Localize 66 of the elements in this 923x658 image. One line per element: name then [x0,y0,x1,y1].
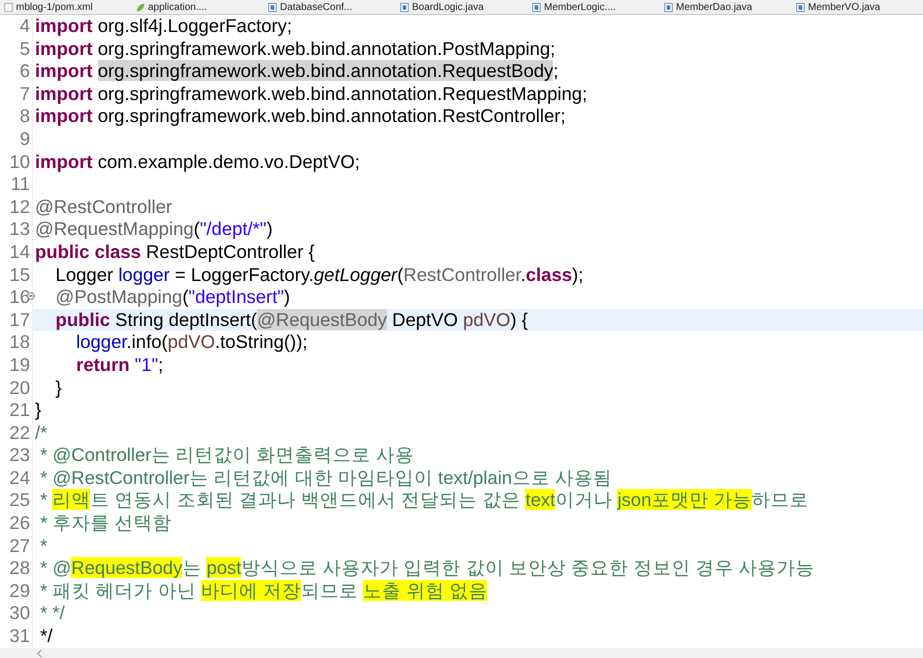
code-line: * 후자를 선택함 [39,512,173,535]
line-number: 11 [10,173,30,196]
line-number: 23 [9,444,30,467]
line-number: 24 [9,466,30,490]
java-file-icon [796,2,805,12]
code-line: } [34,399,42,422]
line-number: 26 [9,512,30,535]
leaf-icon [136,2,145,12]
editor-tab[interactable]: BoardLogic.java [396,0,528,14]
line-number: 27 [9,534,30,558]
line-number: 19 [9,354,30,376]
code-line: Logger logger = LoggerFactory.getLogger(RestController.class); [54,264,584,286]
line-number: 16 [9,286,30,309]
line-number: 15 [9,264,30,286]
line-number: 12 [9,196,30,218]
code-line: @RestController [34,196,174,218]
line-number: 29 [9,580,30,602]
line-number: 18 [9,331,30,354]
java-file-icon [664,2,673,12]
line-number: 30 [9,602,30,626]
code-line: import org.springframework.web.bind.annotation.RestController; [34,105,567,128]
java-file-icon [268,2,277,12]
line-number: 22 [9,422,30,444]
code-line: @RequestMapping("/dept/*") [34,218,274,241]
editor-tab[interactable]: MemberVO.java [792,0,923,14]
line-number: 25 [9,489,30,512]
code-line: import org.springframework.web.bind.annotation.RequestBody; [34,60,560,83]
code-line: @PostMapping("deptInsert") [54,286,292,309]
line-number: 20 [9,376,30,400]
line-number: 28 [9,557,30,580]
code-line: * @RestController는 리턴값에 대한 마임타입이 text/plain으로 사용됨 [39,466,614,490]
line-number: 7 [20,82,30,106]
line-number: 9 [20,128,30,151]
code-line: import org.springframework.web.bind.annotation.RequestMapping; [34,82,588,106]
java-file-icon [532,2,541,12]
code-line: public class RestDeptController { [34,240,316,264]
editor-tab[interactable]: mblog-1/pom.xml [0,0,132,14]
editor-tab[interactable]: DatabaseConf... [264,0,396,14]
code-line: import com.example.demo.vo.DeptVO; [34,150,361,174]
editor-tab[interactable]: MemberDao.java [660,0,792,14]
code-line: */ [39,625,54,648]
code-line: * @Controller는 리턴값이 화면출력으로 사용 [39,444,415,467]
line-number: 13 [9,218,30,241]
code-line: } [54,376,63,400]
java-file-icon [400,2,409,12]
line-number: 5 [20,38,30,60]
code-line: /* [34,422,48,444]
code-line: import org.springframework.web.bind.annotation.PostMapping; [34,38,556,60]
line-number: 6 [20,60,30,83]
editor-tab[interactable]: application.... [132,0,264,14]
line-number: 8 [20,105,30,128]
code-line: * */ [39,602,66,626]
line-number: 17 [9,308,30,332]
line-number: 4 [20,15,30,38]
editor-tab[interactable]: MemberLogic.... [528,0,660,14]
line-number: 31 [9,625,30,648]
line-number: 10 [9,150,30,174]
line-number: 14 [9,240,30,264]
code-line: import org.slf4j.LoggerFactory; [34,15,294,38]
xml-file-icon [4,2,13,12]
code-line: logger.info(pdVO.toString()); [75,331,309,354]
code-line: * [39,534,48,558]
line-number: 21 [9,399,30,422]
code-line: return "1"; [75,354,164,376]
code-line: * 패킷 헤더가 아닌 바디에 저장되므로 노출 위험 없음 [39,580,488,602]
horizontal-scrollbar[interactable] [0,648,923,658]
